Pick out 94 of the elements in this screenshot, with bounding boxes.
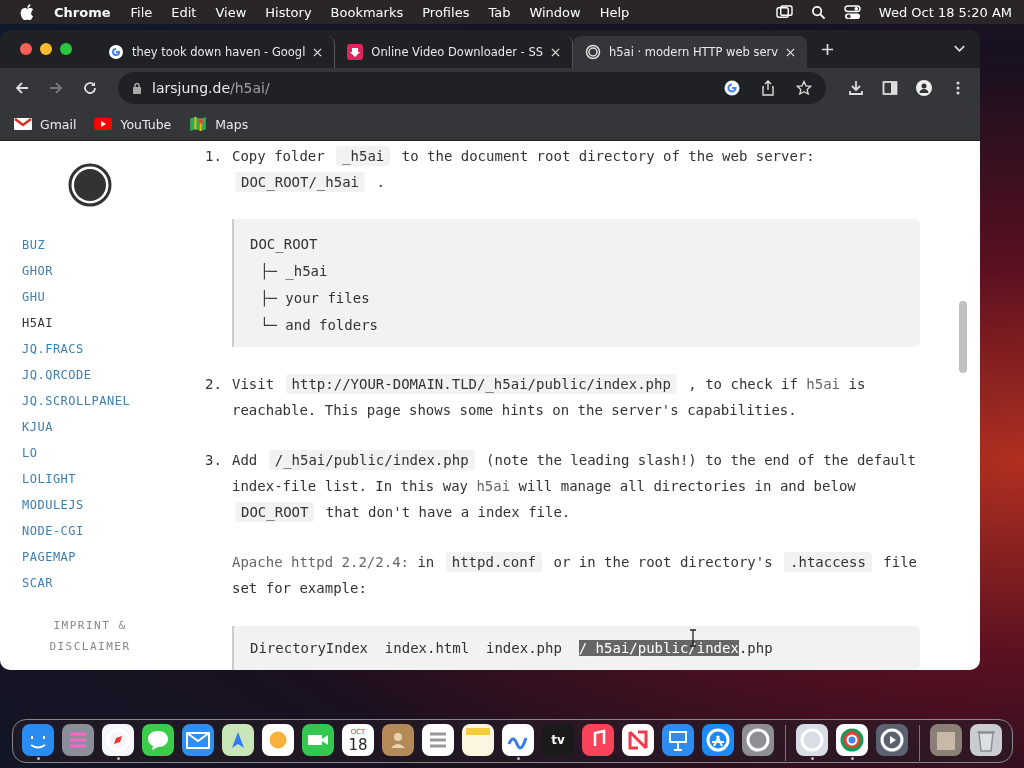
contact-book-icon[interactable] [382, 724, 414, 756]
back-icon[interactable] [14, 80, 30, 96]
sidebar-link[interactable]: JQ.QRCODE [22, 367, 92, 383]
sidebar-icon[interactable] [882, 80, 898, 96]
imprint-link[interactable]: IMPRINT & DISCLAIMER [45, 615, 135, 657]
minimize-icon[interactable] [40, 43, 52, 55]
smiling-face-icon[interactable] [22, 724, 54, 756]
tree-item: ├─ your files [259, 289, 371, 309]
menu-item[interactable]: Window [529, 4, 581, 20]
download-icon [347, 44, 364, 60]
step-text: Visit http://YOUR-DOMAIN.TLD/_h5ai/public/index.php , to check if h5ai is reachable. This page shows some hints on the server's capabilities. [232, 373, 867, 420]
tree-root: DOC_ROOT [250, 235, 319, 255]
reload-icon[interactable] [82, 80, 98, 96]
map-icon [189, 117, 208, 131]
running-dot-icon [116, 757, 120, 760]
logo-icon[interactable] [68, 163, 112, 207]
menu-item[interactable]: Edit [171, 4, 197, 20]
step-text: Add /_h5ai/public/index.php (note the leading slash!) to the end of the default index-file list. In this way h5ai will manage all directories in and below DOC_ROOT that don't have a index file. [232, 449, 917, 524]
close-icon[interactable] [551, 47, 560, 57]
star-icon[interactable] [796, 80, 812, 96]
menu-item[interactable]: File [130, 4, 153, 20]
sidebar-link[interactable]: SCAR [22, 575, 53, 591]
sidebar-link[interactable]: BUZ [22, 237, 46, 253]
menu-item[interactable]: View [215, 4, 247, 20]
apple-icon[interactable] [20, 4, 34, 20]
address-bar[interactable]: larsjung.de/h5ai/ [118, 72, 826, 104]
envelope-icon [14, 117, 32, 131]
menu-item[interactable]: Bookmarks [330, 4, 404, 20]
running-dot-icon [850, 757, 854, 760]
window-icon[interactable] [775, 4, 793, 20]
sidebar-link[interactable]: H5AI [22, 315, 53, 331]
podium-icon[interactable] [662, 724, 694, 756]
sidebar-link[interactable]: MODULEJS [22, 497, 84, 513]
google-icon[interactable] [724, 80, 740, 96]
sidebar-link[interactable]: LO [22, 445, 38, 461]
lock-icon [132, 82, 142, 94]
profile-icon[interactable] [916, 80, 932, 96]
sidebar-link[interactable]: GHU [22, 289, 46, 305]
map-icon[interactable] [222, 724, 254, 756]
plus-icon[interactable] [821, 42, 835, 56]
list-number: 2. [205, 375, 223, 394]
tree-item: ├─ _h5ai [259, 262, 329, 282]
running-dot-icon [36, 757, 40, 760]
tv-icon[interactable]: tv [542, 724, 574, 756]
running-dot-icon [810, 757, 814, 760]
share-icon[interactable] [760, 80, 776, 96]
menu-item[interactable]: Help [599, 4, 630, 20]
list-number: 3. [205, 451, 223, 470]
close-icon[interactable] [313, 47, 323, 57]
search-icon[interactable] [809, 4, 827, 20]
code-line: DirectoryIndex index.html index.php /_h5ai/public/index.php [250, 640, 773, 656]
close-icon[interactable] [786, 47, 796, 57]
sidebar-link[interactable]: JQ.SCROLLPANEL [22, 393, 131, 409]
sidebar-link[interactable]: LOLIGHT [22, 471, 77, 487]
video-camera-icon[interactable] [302, 724, 334, 756]
bookmark[interactable]: Maps [189, 116, 249, 132]
trash-icon[interactable] [970, 724, 1002, 756]
tree-item: └─ and folders [259, 316, 379, 335]
app-menu[interactable]: Chrome [54, 4, 111, 20]
maximize-icon[interactable] [60, 43, 72, 55]
sidebar-link[interactable]: NODE-CGI [22, 523, 84, 539]
bookmark[interactable]: YouTube [94, 116, 172, 132]
sidebar-link[interactable]: GHOR [22, 263, 53, 279]
menu-item[interactable]: Tab [488, 4, 511, 20]
clock[interactable]: Wed Oct 18 5:20 AM [878, 4, 1012, 20]
checklist-icon[interactable] [422, 724, 454, 756]
download-icon[interactable] [848, 80, 864, 96]
sidebar-link[interactable]: KJUA [22, 419, 53, 435]
squiggle-icon[interactable] [502, 724, 534, 756]
toggle-icon[interactable] [843, 4, 861, 20]
google-icon [108, 44, 124, 60]
compass-icon[interactable] [102, 724, 134, 756]
forward-icon[interactable] [48, 80, 64, 96]
sidebar-link[interactable]: JQ.FRACS [22, 341, 84, 357]
app-store-icon[interactable] [702, 724, 734, 756]
close-icon[interactable] [20, 43, 32, 55]
music-note-icon[interactable] [582, 724, 614, 756]
envelope-icon[interactable] [182, 724, 214, 756]
ring-icon [585, 44, 601, 60]
play-icon [94, 117, 113, 131]
running-dot-icon [516, 757, 520, 760]
menu-item[interactable]: Profiles [422, 4, 470, 20]
notepad-icon[interactable] [462, 724, 494, 756]
newspaper-icon[interactable] [622, 724, 654, 756]
bookmark[interactable]: Gmail [14, 116, 77, 132]
note-text: Apache httpd 2.2/2.4: in httpd.conf or in the root directory's .htaccess file set for example: [232, 551, 919, 598]
step-text: Copy folder _h5ai to the document root directory of the web server: DOC_ROOT/_h5ai . [232, 145, 816, 194]
sidebar-link[interactable]: PAGEMAP [22, 549, 77, 565]
chat-bubble-icon[interactable] [142, 724, 174, 756]
chevron-down-icon[interactable] [953, 44, 966, 54]
scrollbar-thumb[interactable] [959, 301, 967, 373]
browser-tab[interactable]: h5ai · modern HTTP web serv [573, 36, 808, 68]
menu-item[interactable]: History [265, 4, 312, 20]
list-number: 1. [205, 147, 223, 166]
